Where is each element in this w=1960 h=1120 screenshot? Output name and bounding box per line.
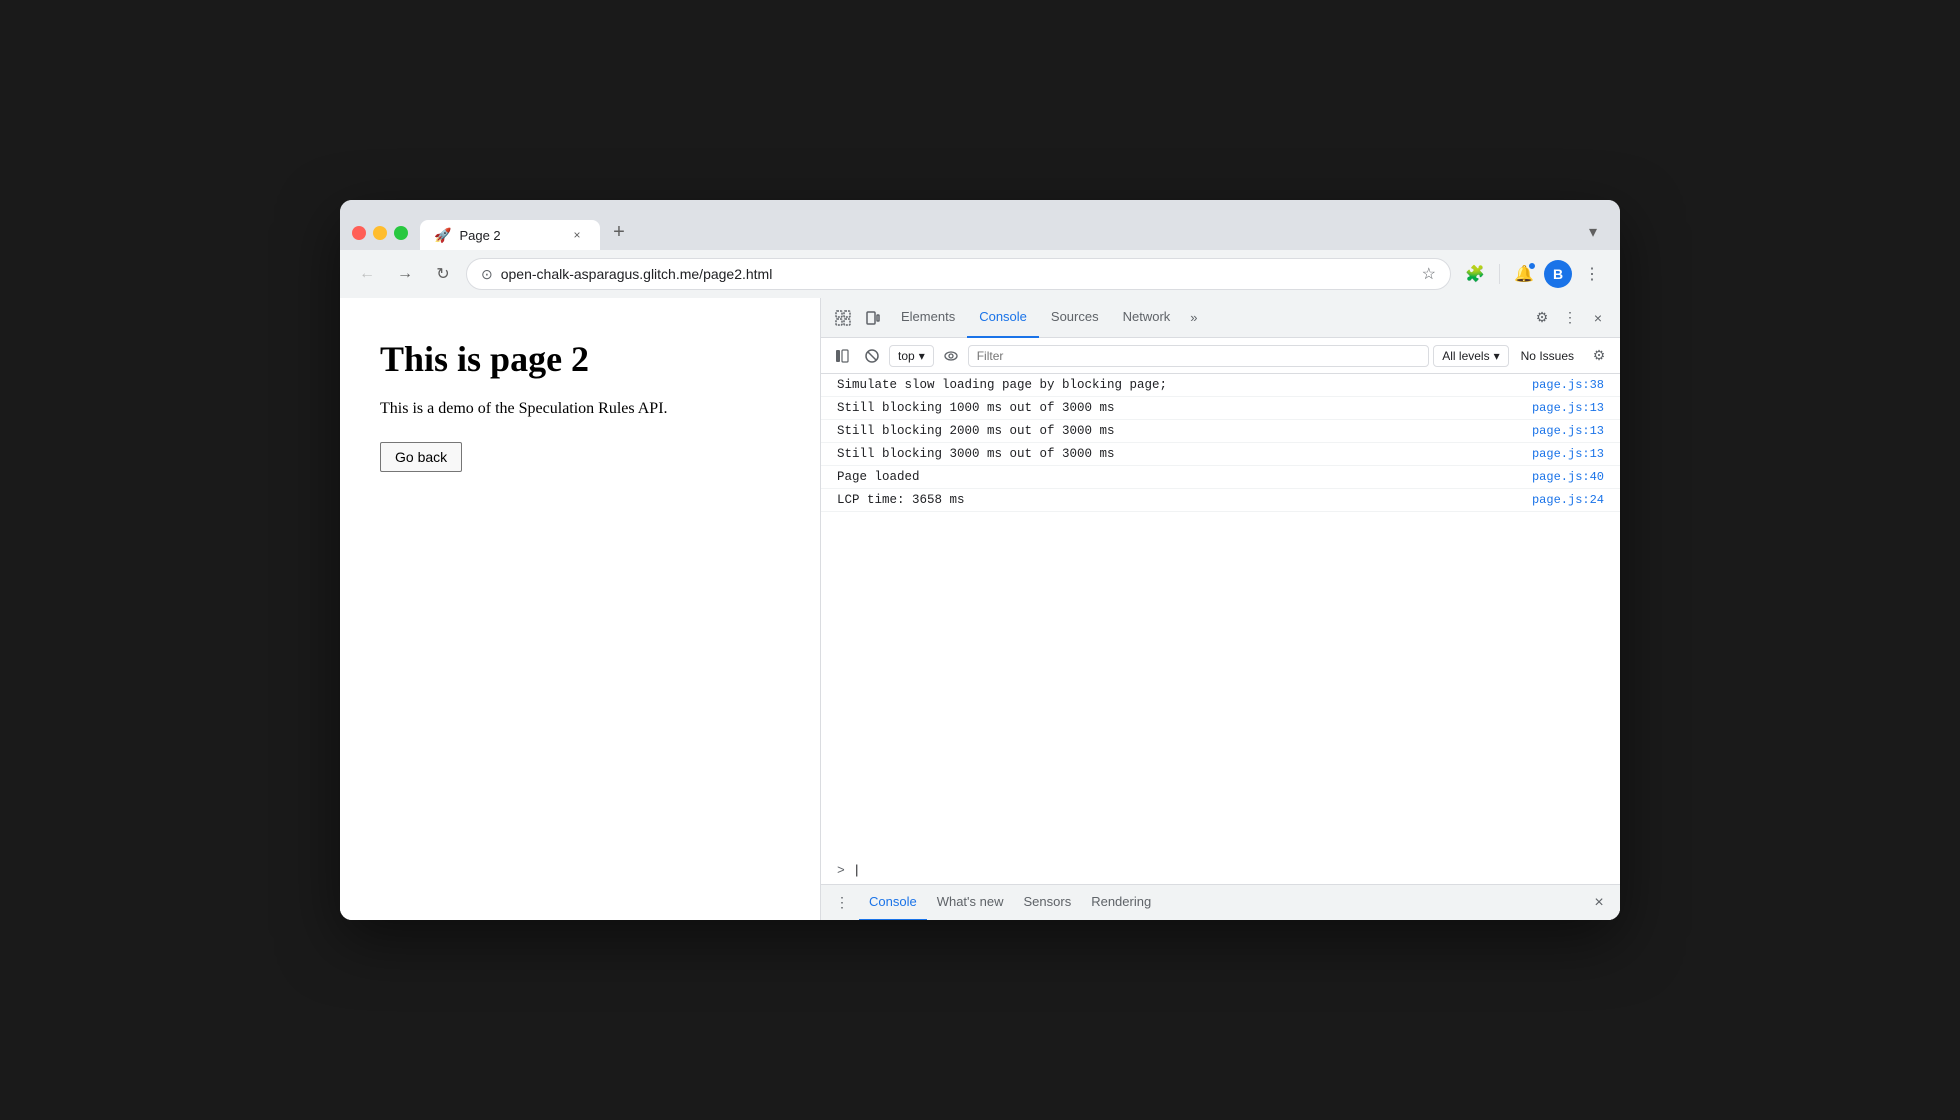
console-toolbar: top ▾ All levels ▾ No Issues ⚙	[821, 338, 1620, 374]
devtools-device-icon[interactable]	[859, 304, 887, 332]
console-level-selector[interactable]: All levels ▾	[1433, 345, 1508, 367]
back-button[interactable]: ←	[352, 259, 382, 289]
content-area: This is page 2 This is a demo of the Spe…	[340, 298, 1620, 920]
console-message: Still blocking 2000 ms out of 3000 ms	[837, 424, 1516, 438]
drawer-menu-button[interactable]: ⋮	[829, 890, 855, 916]
page-heading: This is page 2	[380, 338, 780, 380]
console-context-label: top	[898, 349, 915, 363]
toolbar-icons: 🧩 🔔 B ⋮	[1459, 258, 1608, 290]
tab-title: Page 2	[459, 228, 560, 243]
tab-sources[interactable]: Sources	[1039, 298, 1111, 338]
console-line: Still blocking 1000 ms out of 3000 ms pag…	[821, 397, 1620, 420]
tab-network[interactable]: Network	[1111, 298, 1183, 338]
console-prompt: >	[837, 863, 845, 878]
drawer-tab-console[interactable]: Console	[859, 885, 927, 921]
console-line: Page loaded page.js:40	[821, 466, 1620, 489]
console-source-link[interactable]: page.js:40	[1532, 470, 1604, 484]
page-content: This is page 2 This is a demo of the Spe…	[340, 298, 820, 920]
console-issues-label[interactable]: No Issues	[1513, 346, 1582, 366]
console-settings-button[interactable]: ⚙	[1586, 343, 1612, 369]
console-line: Still blocking 2000 ms out of 3000 ms pag…	[821, 420, 1620, 443]
traffic-lights	[352, 226, 408, 250]
console-line: Simulate slow loading page by blocking p…	[821, 374, 1620, 397]
console-line: Still blocking 3000 ms out of 3000 ms pag…	[821, 443, 1620, 466]
console-message: Still blocking 1000 ms out of 3000 ms	[837, 401, 1516, 415]
address-bar[interactable]: ⊙ open-chalk-asparagus.glitch.me/page2.h…	[466, 258, 1451, 290]
console-message: Simulate slow loading page by blocking p…	[837, 378, 1516, 392]
tab-console[interactable]: Console	[967, 298, 1039, 338]
chrome-menu-button[interactable]: ⋮	[1576, 258, 1608, 290]
console-source-link[interactable]: page.js:13	[1532, 401, 1604, 415]
drawer-close-button[interactable]: ×	[1586, 890, 1612, 916]
page-description: This is a demo of the Speculation Rules …	[380, 400, 780, 418]
devtools-panel: Elements Console Sources Network » ⚙ ⋮ ×	[820, 298, 1620, 920]
drawer-tab-rendering[interactable]: Rendering	[1081, 885, 1161, 921]
bookmark-icon[interactable]: ☆	[1422, 264, 1436, 284]
minimize-traffic-light[interactable]	[373, 226, 387, 240]
console-filter-input[interactable]	[968, 345, 1430, 367]
reload-button[interactable]: ↻	[428, 259, 458, 289]
drawer-tab-sensors[interactable]: Sensors	[1014, 885, 1082, 921]
new-tab-button[interactable]: +	[604, 220, 634, 250]
forward-button[interactable]: →	[390, 259, 420, 289]
console-sidebar-button[interactable]	[829, 343, 855, 369]
tab-favicon: 🚀	[434, 227, 451, 244]
devtools-inspect-icon[interactable]	[829, 304, 857, 332]
extensions-button[interactable]: 🧩	[1459, 258, 1491, 290]
browser-window: 🚀 Page 2 × + ▾ ← → ↻ ⊙ open-chalk-aspara…	[340, 200, 1620, 920]
console-line: LCP time: 3658 ms page.js:24	[821, 489, 1620, 512]
tab-dropdown-button[interactable]: ▾	[1578, 220, 1608, 250]
console-source-link[interactable]: page.js:38	[1532, 378, 1604, 392]
console-source-link[interactable]: page.js:24	[1532, 493, 1604, 507]
address-security-icon: ⊙	[481, 266, 493, 283]
console-source-link[interactable]: page.js:13	[1532, 424, 1604, 438]
tab-elements[interactable]: Elements	[889, 298, 967, 338]
title-bar: 🚀 Page 2 × + ▾	[340, 200, 1620, 250]
browser-toolbar: ← → ↻ ⊙ open-chalk-asparagus.glitch.me/p…	[340, 250, 1620, 298]
drawer-tab-whats-new[interactable]: What's new	[927, 885, 1014, 921]
console-message: Page loaded	[837, 470, 1516, 484]
close-traffic-light[interactable]	[352, 226, 366, 240]
browser-tab[interactable]: 🚀 Page 2 ×	[420, 220, 600, 250]
profile-button[interactable]: B	[1544, 260, 1572, 288]
notifications-button[interactable]: 🔔	[1508, 258, 1540, 290]
console-cursor[interactable]: |	[853, 863, 861, 878]
console-level-arrow: ▾	[1494, 349, 1500, 363]
console-level-label: All levels	[1442, 349, 1489, 363]
devtools-more-button[interactable]: ⋮	[1556, 304, 1584, 332]
console-eye-button[interactable]	[938, 343, 964, 369]
console-message: Still blocking 3000 ms out of 3000 ms	[837, 447, 1516, 461]
devtools-drawer: ⋮ Console What's new Sensors Rendering ×	[821, 884, 1620, 920]
maximize-traffic-light[interactable]	[394, 226, 408, 240]
console-context-selector[interactable]: top ▾	[889, 345, 934, 367]
go-back-button[interactable]: Go back	[380, 442, 462, 472]
console-output: Simulate slow loading page by blocking p…	[821, 374, 1620, 857]
console-source-link[interactable]: page.js:13	[1532, 447, 1604, 461]
toolbar-separator	[1499, 264, 1500, 284]
devtools-settings-button[interactable]: ⚙	[1528, 304, 1556, 332]
address-url: open-chalk-asparagus.glitch.me/page2.htm…	[501, 266, 1414, 282]
console-context-arrow: ▾	[919, 349, 925, 363]
tab-more-button[interactable]: »	[1182, 298, 1205, 338]
devtools-close-button[interactable]: ×	[1584, 304, 1612, 332]
tab-close-button[interactable]: ×	[568, 226, 586, 244]
console-message: LCP time: 3658 ms	[837, 493, 1516, 507]
notification-dot	[1528, 262, 1536, 270]
devtools-tabs-bar: Elements Console Sources Network » ⚙ ⋮ ×	[821, 298, 1620, 338]
console-input-line: > |	[821, 857, 1620, 884]
console-clear-button[interactable]	[859, 343, 885, 369]
